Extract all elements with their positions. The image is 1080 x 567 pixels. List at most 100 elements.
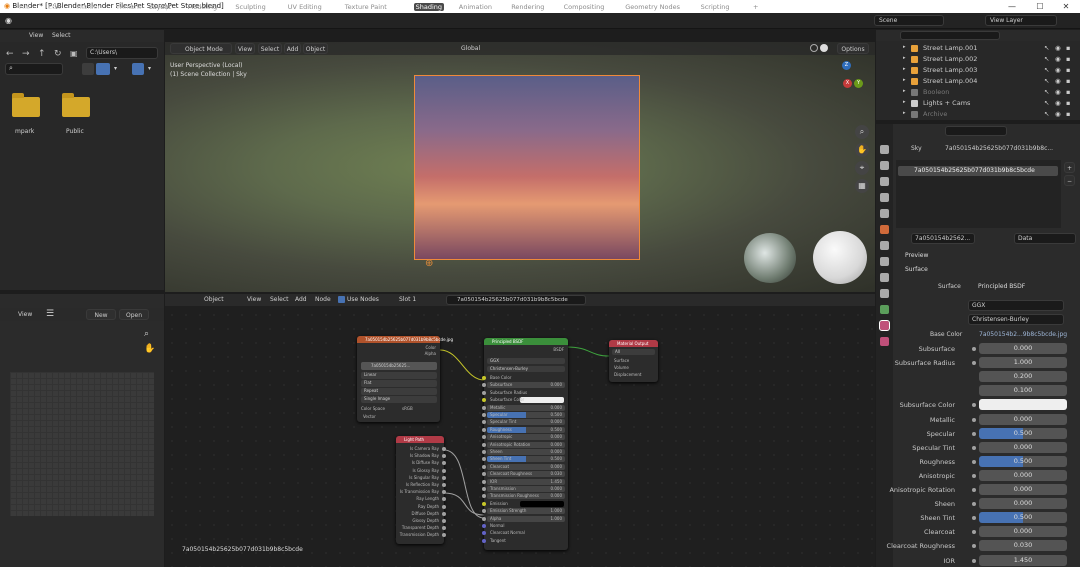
properties-search[interactable] [945, 126, 1007, 136]
extension-dropdown[interactable]: Repeat [361, 388, 437, 395]
material-slot-item[interactable]: 7a050154b25625b077d031b9b8c5bcde [898, 166, 1058, 176]
socket-dot-icon[interactable] [972, 445, 976, 450]
socket[interactable] [482, 501, 486, 506]
outliner-item[interactable]: Archive [923, 110, 947, 118]
outliner-item[interactable]: Street Lamp.003 [923, 66, 977, 74]
expand-arrow-icon[interactable]: ▸ [903, 110, 906, 116]
output-target-dropdown[interactable]: All [612, 349, 655, 355]
image-texture-node[interactable]: 7a050154b25625b077d031b9b8c5bcde.jpg Col… [357, 336, 453, 422]
subsurface-color-swatch[interactable] [520, 397, 564, 404]
socket[interactable] [482, 435, 486, 440]
projection-dropdown[interactable]: Flat [361, 380, 437, 387]
expand-arrow-icon[interactable]: ▸ [903, 55, 906, 61]
properties-tab-icon[interactable] [880, 273, 889, 282]
select-arrow-icon[interactable]: ↖ [1044, 66, 1049, 74]
socket-dot-icon[interactable] [972, 417, 976, 422]
socket[interactable] [482, 479, 486, 484]
properties-tab-icon[interactable] [879, 320, 890, 331]
outliner-item[interactable]: Street Lamp.004 [923, 77, 977, 85]
property-value-field[interactable]: 0.500 [979, 512, 1067, 524]
camera-icon[interactable]: ▪ [1066, 110, 1070, 118]
property-value-field[interactable]: 1.000 [979, 357, 1067, 369]
camera-icon[interactable]: ▪ [1066, 99, 1070, 107]
property-value-field[interactable]: 0.100 [979, 385, 1067, 397]
subsurface-method-dropdown[interactable]: Christensen-Burley [968, 314, 1064, 325]
property-value-field[interactable]: 0.500 [979, 427, 1067, 439]
socket[interactable] [482, 516, 486, 521]
property-value-field[interactable] [979, 399, 1067, 411]
property-value-field[interactable]: 0.000 [979, 413, 1067, 425]
emission-color-swatch[interactable] [520, 500, 564, 507]
property-value-field[interactable]: 1.450 [979, 554, 1067, 566]
socket-dot-icon[interactable] [972, 459, 976, 464]
add-slot-button[interactable]: + [1064, 162, 1075, 173]
eye-icon[interactable]: ◉ [1055, 66, 1061, 74]
socket[interactable] [482, 538, 486, 543]
property-value-field[interactable]: 0.000 [979, 343, 1067, 354]
select-arrow-icon[interactable]: ↖ [1044, 44, 1049, 52]
socket[interactable] [482, 531, 486, 536]
socket-dot-icon[interactable] [972, 431, 976, 436]
select-arrow-icon[interactable]: ↖ [1044, 77, 1049, 85]
properties-tab-icon[interactable] [880, 257, 889, 266]
material-datablock-field[interactable]: 7a050154b2562... [911, 233, 975, 244]
camera-icon[interactable]: ▪ [1066, 44, 1070, 52]
select-arrow-icon[interactable]: ↖ [1044, 99, 1049, 107]
property-value-field[interactable]: 0.000 [979, 484, 1067, 495]
socket[interactable] [482, 442, 486, 447]
select-arrow-icon[interactable]: ↖ [1044, 88, 1049, 96]
colorspace-value[interactable]: sRGB [402, 406, 413, 411]
property-value-field[interactable]: 0.000 [979, 469, 1067, 481]
property-value-field[interactable]: 0.200 [979, 371, 1067, 383]
socket[interactable] [482, 405, 486, 410]
image-name-field[interactable]: 7a050154b25625... [361, 362, 437, 370]
socket[interactable] [482, 390, 486, 395]
properties-tab-icon[interactable] [880, 305, 889, 314]
light-path-node[interactable]: Light Path Is Camera Ray Is Shadow Ray Is … [396, 436, 446, 544]
socket[interactable] [442, 483, 446, 487]
surface-shader-field[interactable]: Principled BSDF [978, 283, 1025, 290]
socket-dot-icon[interactable] [972, 473, 976, 478]
socket[interactable] [482, 420, 486, 425]
socket[interactable] [482, 487, 486, 491]
expand-arrow-icon[interactable]: ▸ [903, 44, 906, 50]
socket[interactable] [482, 450, 486, 454]
property-value-field[interactable]: 0.030 [979, 540, 1067, 552]
camera-icon[interactable]: ▪ [1066, 55, 1070, 63]
socket[interactable] [442, 475, 446, 480]
remove-slot-button[interactable]: − [1064, 175, 1075, 186]
interpolation-dropdown[interactable]: Linear [361, 372, 437, 379]
camera-icon[interactable]: ▪ [1066, 77, 1070, 85]
outliner-item[interactable]: Lights + Cams [923, 99, 970, 107]
material-output-node[interactable]: Material Output All Surface Volume Displ… [609, 340, 658, 382]
properties-tab-icon[interactable] [880, 289, 889, 298]
socket-dot-icon[interactable] [972, 403, 976, 408]
socket-dot-icon[interactable] [972, 361, 976, 366]
expand-arrow-icon[interactable]: ▸ [903, 77, 906, 83]
socket[interactable] [482, 383, 486, 388]
socket[interactable] [482, 464, 486, 469]
socket-dot-icon[interactable] [972, 502, 976, 507]
properties-tab-icon[interactable] [880, 337, 889, 346]
camera-icon[interactable]: ▪ [1066, 88, 1070, 96]
socket[interactable] [482, 457, 486, 462]
outliner-item[interactable]: Street Lamp.001 [923, 44, 977, 52]
property-value-field[interactable]: 0.000 [979, 441, 1067, 453]
properties-tab-icon[interactable] [880, 161, 889, 170]
surface-panel[interactable]: Surface [905, 266, 928, 273]
socket[interactable] [442, 447, 446, 451]
eye-icon[interactable]: ◉ [1055, 99, 1061, 107]
properties-tab-icon[interactable] [880, 209, 889, 218]
socket[interactable] [482, 427, 486, 432]
socket[interactable] [482, 413, 486, 417]
properties-tab-icon[interactable] [880, 145, 889, 154]
socket-dot-icon[interactable] [972, 530, 976, 535]
select-arrow-icon[interactable]: ↖ [1044, 110, 1049, 118]
property-value-field[interactable]: 0.000 [979, 526, 1067, 538]
socket-dot-icon[interactable] [972, 347, 976, 351]
socket[interactable] [442, 519, 446, 523]
socket-dot-icon[interactable] [972, 488, 976, 492]
camera-icon[interactable]: ▪ [1066, 66, 1070, 74]
eye-icon[interactable]: ◉ [1055, 110, 1061, 118]
properties-tab-icon[interactable] [880, 241, 889, 250]
